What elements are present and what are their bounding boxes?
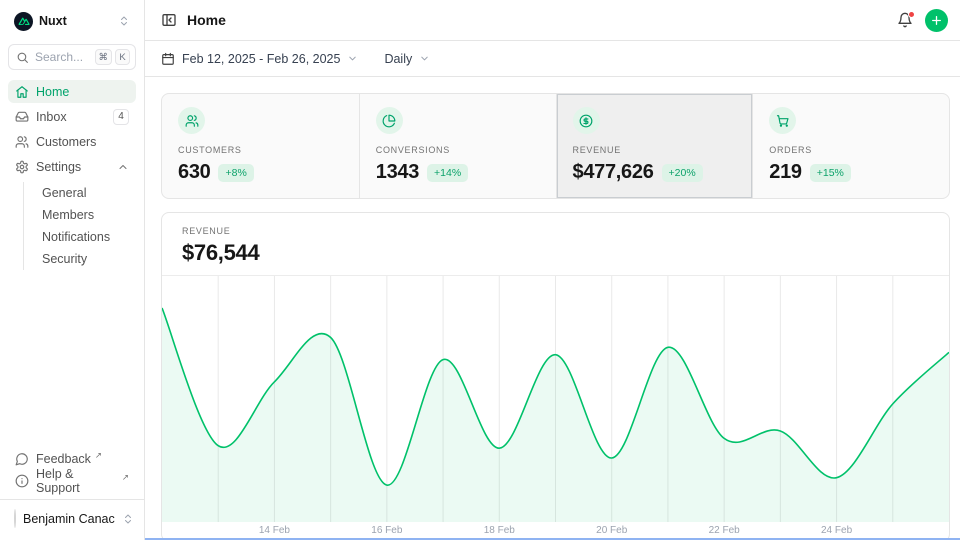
settings-submenu: General Members Notifications Security [23,182,136,270]
stat-value: $477,626 [573,161,654,184]
stat-delta-badge: +15% [810,164,851,182]
users-icon [15,135,29,149]
chart-value: $76,544 [182,240,929,266]
sidebar-item-members[interactable]: Members [36,204,136,226]
kbd-k: K [115,49,130,65]
collapse-sidebar-icon[interactable] [161,12,177,28]
stat-label: ORDERS [769,145,933,155]
chevrons-up-down-icon [118,15,130,27]
top-bar: Home [145,0,960,41]
granularity-select[interactable]: Daily [384,52,430,66]
workspace-name: Nuxt [39,14,112,28]
sidebar-item-home[interactable]: Home [8,80,136,103]
chevron-up-icon [117,161,129,173]
nuxt-logo-icon [14,12,33,31]
notification-dot [908,11,915,18]
stat-delta-badge: +8% [218,164,253,182]
stat-value: 219 [769,161,801,184]
stat-card-conversions[interactable]: CONVERSIONS 1343 +14% [359,94,556,198]
dashboard-app: Nuxt Search... ⌘ K Home [0,0,960,540]
chevron-down-icon [347,53,358,64]
stat-card-revenue[interactable]: REVENUE $477,626 +20% [556,94,753,198]
inbox-icon [15,110,29,124]
stat-value: 630 [178,161,210,184]
external-link-icon: ↗ [122,472,129,483]
add-button[interactable] [925,9,948,32]
x-axis-label: 24 Feb [821,525,852,536]
x-axis-label: 20 Feb [596,525,627,536]
search-icon [16,51,29,64]
stat-card-orders[interactable]: ORDERS 219 +15% [752,94,949,198]
chevrons-up-down-icon [122,513,134,525]
search-input[interactable]: Search... ⌘ K [8,44,136,70]
filter-bar: Feb 12, 2025 - Feb 26, 2025 Daily [145,41,960,77]
search-placeholder: Search... [35,50,89,64]
chart-label: REVENUE [182,226,929,236]
sidebar-item-customers[interactable]: Customers [8,130,136,153]
revenue-area-chart[interactable] [162,276,949,522]
cart-icon [769,107,796,134]
search-kbd-shortcut: ⌘ K [95,49,131,65]
notifications-button[interactable] [897,12,913,28]
x-axis-label: 18 Feb [484,525,515,536]
external-link-icon: ↗ [95,450,102,461]
sidebar-item-settings[interactable]: Settings [8,155,136,178]
date-range-picker[interactable]: Feb 12, 2025 - Feb 26, 2025 [161,52,358,66]
revenue-chart-card: REVENUE $76,544 14 Feb 16 Feb 18 Feb 20 Feb… [161,212,950,540]
kbd-cmd: ⌘ [95,49,113,65]
stat-label: CUSTOMERS [178,145,343,155]
dollar-circle-icon [573,107,600,134]
user-name: Benjamin Canac [23,512,115,526]
users-icon [178,107,205,134]
inbox-count-badge: 4 [113,109,129,125]
help-support-link[interactable]: Help & Support ↗ [8,470,136,492]
sidebar-nav: Home Inbox 4 Customers Settings [8,80,136,272]
x-axis-label: 22 Feb [709,525,740,536]
x-axis-label: 16 Feb [371,525,402,536]
sidebar-item-inbox[interactable]: Inbox 4 [8,105,136,128]
sidebar-item-security[interactable]: Security [36,248,136,270]
main-panel: Home Feb 12, 2025 - Feb 26, 2025 [145,0,960,540]
sidebar-item-general[interactable]: General [36,182,136,204]
gear-icon [15,160,29,174]
message-circle-icon [15,452,29,466]
calendar-icon [161,52,175,66]
stat-label: CONVERSIONS [376,145,540,155]
date-range-value: Feb 12, 2025 - Feb 26, 2025 [182,52,340,66]
sidebar: Nuxt Search... ⌘ K Home [0,0,145,540]
stat-delta-badge: +14% [427,164,468,182]
stat-label: REVENUE [573,145,737,155]
info-circle-icon [15,474,29,488]
pie-chart-icon [376,107,403,134]
chevron-down-icon [419,53,430,64]
stat-card-customers[interactable]: CUSTOMERS 630 +8% [162,94,359,198]
user-menu[interactable]: Benjamin Canac [8,500,136,532]
user-avatar [14,509,16,528]
stat-delta-badge: +20% [662,164,703,182]
page-title: Home [187,12,226,28]
sidebar-item-notifications[interactable]: Notifications [36,226,136,248]
x-axis-label: 14 Feb [259,525,290,536]
content-area: CUSTOMERS 630 +8% CONVERSIONS 1343 +14% [145,77,960,540]
home-icon [15,85,29,99]
granularity-value: Daily [384,52,412,66]
stat-value: 1343 [376,161,419,184]
stats-row: CUSTOMERS 630 +8% CONVERSIONS 1343 +14% [161,93,950,199]
workspace-switcher[interactable]: Nuxt [8,8,136,34]
